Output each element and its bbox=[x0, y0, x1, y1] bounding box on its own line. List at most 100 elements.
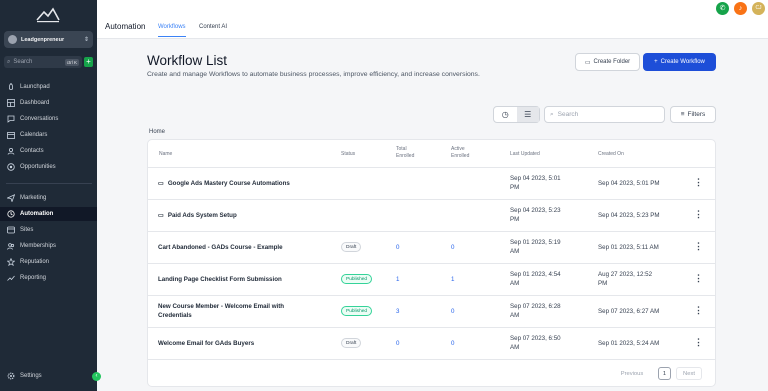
user-avatar-icon[interactable]: CJ bbox=[752, 2, 765, 15]
opportunities-icon bbox=[7, 163, 15, 171]
row-name[interactable]: ▭ Paid Ads System Setup bbox=[158, 211, 328, 220]
row-active-enrolled[interactable]: 1 bbox=[451, 275, 454, 284]
sidebar-item-opportunities[interactable]: Opportunities bbox=[0, 160, 97, 174]
tab-workflows[interactable]: Workflows bbox=[158, 24, 186, 37]
sidebar-item-reporting[interactable]: Reporting bbox=[0, 271, 97, 285]
next-page-button[interactable]: Next bbox=[676, 367, 702, 380]
list-view-icon[interactable]: ☰ bbox=[516, 107, 539, 122]
send-icon bbox=[7, 194, 15, 202]
column-header-created-on[interactable]: Created On bbox=[598, 151, 624, 158]
row-active-enrolled[interactable]: 0 bbox=[451, 307, 454, 316]
row-total-enrolled[interactable]: 0 bbox=[396, 243, 399, 252]
workflow-search-placeholder: Search bbox=[557, 111, 579, 118]
column-header-active-enrolled[interactable]: Active Enrolled bbox=[451, 146, 469, 160]
row-created-on: Sep 04 2023, 5:01 PM bbox=[598, 180, 660, 187]
create-folder-button[interactable]: ▭ Create Folder bbox=[575, 53, 640, 71]
sidebar-item-label: Memberships bbox=[20, 243, 57, 249]
row-name[interactable]: Landing Page Checklist Form Submission bbox=[158, 275, 328, 284]
date-line: Sep 04 2023, 5:01 bbox=[510, 175, 561, 182]
sidebar-item-sites[interactable]: Sites bbox=[0, 223, 97, 237]
row-last-updated: Sep 01 2023, 5:19 AM bbox=[510, 238, 561, 256]
date-line: PM bbox=[510, 216, 520, 223]
sidebar-item-label: Conversations bbox=[20, 116, 59, 122]
row-total-enrolled[interactable]: 0 bbox=[396, 339, 399, 348]
create-workflow-button[interactable]: + Create Workflow bbox=[643, 53, 716, 71]
account-avatar bbox=[8, 35, 17, 44]
account-name: Leadgenpreneur bbox=[21, 36, 65, 43]
filters-button[interactable]: ≡ Filters bbox=[670, 106, 716, 123]
column-header-name[interactable]: Name bbox=[159, 151, 172, 158]
row-name[interactable]: New Course Member - Welcome Email with C… bbox=[158, 302, 308, 320]
status-badge: Draft bbox=[341, 338, 362, 348]
phone-icon[interactable]: ✆ bbox=[716, 2, 729, 15]
column-header-line: Total bbox=[396, 146, 407, 152]
row-name[interactable]: ▭ Google Ads Mastery Course Automations bbox=[158, 179, 328, 188]
row-created-on: Sep 04 2023, 5:23 PM bbox=[598, 212, 660, 219]
row-name[interactable]: Cart Abandoned - GADs Course - Example bbox=[158, 243, 328, 252]
sidebar-item-contacts[interactable]: Contacts bbox=[0, 144, 97, 158]
row-created-on: Sep 01 2023, 5:11 AM bbox=[598, 244, 659, 251]
date-line: Sep 07 2023, 6:28 bbox=[510, 303, 561, 310]
page-number-button[interactable]: 1 bbox=[658, 367, 671, 380]
table-row[interactable]: New Course Member - Welcome Email with C… bbox=[148, 295, 715, 327]
status-badge: Draft bbox=[341, 242, 362, 252]
rocket-icon bbox=[7, 83, 15, 91]
create-workflow-label: Create Workflow bbox=[660, 59, 705, 65]
sidebar-collapse-button[interactable]: ‹ bbox=[92, 372, 101, 381]
row-active-enrolled[interactable]: 0 bbox=[451, 339, 454, 348]
more-options-icon[interactable]: ⋮ bbox=[694, 209, 703, 220]
clock-icon[interactable]: ◷ bbox=[494, 107, 517, 122]
sidebar-item-label: Settings bbox=[20, 373, 42, 379]
table-row[interactable]: Cart Abandoned - GADs Course - Example D… bbox=[148, 231, 715, 263]
column-header-line: Active bbox=[451, 146, 465, 152]
breadcrumb[interactable]: Home bbox=[149, 129, 165, 135]
sidebar-item-dashboard[interactable]: Dashboard bbox=[0, 96, 97, 110]
brand-logo bbox=[36, 7, 60, 23]
column-header-last-updated[interactable]: Last Updated bbox=[510, 151, 540, 158]
sidebar-item-settings[interactable]: Settings bbox=[0, 369, 97, 383]
workflow-table: Name Status Total Enrolled Active Enrolled… bbox=[147, 139, 716, 387]
sidebar-item-memberships[interactable]: Memberships bbox=[0, 239, 97, 253]
sidebar: Leadgenpreneur ⇕ ⌕ Search ctrl K + Launc… bbox=[0, 0, 97, 391]
row-total-enrolled[interactable]: 1 bbox=[396, 275, 399, 284]
sidebar-item-conversations[interactable]: Conversations bbox=[0, 112, 97, 126]
sidebar-item-label: Dashboard bbox=[20, 100, 50, 106]
more-options-icon[interactable]: ⋮ bbox=[694, 305, 703, 316]
tab-content-ai[interactable]: Content AI bbox=[199, 24, 227, 36]
more-options-icon[interactable]: ⋮ bbox=[694, 337, 703, 348]
row-created-on: Sep 01 2023, 5:24 AM bbox=[598, 340, 660, 347]
bell-icon[interactable]: ♪ bbox=[734, 2, 747, 15]
sidebar-item-automation[interactable]: Automation bbox=[0, 207, 97, 221]
quick-add-button[interactable]: + bbox=[84, 57, 93, 67]
sidebar-item-launchpad[interactable]: Launchpad bbox=[0, 80, 97, 94]
sidebar-item-reputation[interactable]: Reputation bbox=[0, 255, 97, 269]
table-row[interactable]: Welcome Email for GAds Buyers Draft 0 0 … bbox=[148, 327, 715, 359]
create-folder-label: Create Folder bbox=[593, 59, 631, 65]
sidebar-search[interactable]: ⌕ Search ctrl K bbox=[4, 56, 82, 68]
row-last-updated: Sep 07 2023, 6:28 AM bbox=[510, 302, 561, 320]
sidebar-item-marketing[interactable]: Marketing bbox=[0, 191, 97, 205]
previous-page-button[interactable]: Previous bbox=[613, 367, 651, 380]
view-toggle: ◷ ☰ bbox=[493, 106, 540, 123]
page-description: Create and manage Workflows to automate … bbox=[147, 71, 480, 78]
sidebar-item-label: Reputation bbox=[20, 259, 50, 265]
table-row[interactable]: ▭ Paid Ads System Setup Sep 04 2023, 5:23… bbox=[148, 199, 715, 231]
column-header-total-enrolled[interactable]: Total Enrolled bbox=[396, 146, 414, 160]
sidebar-item-label: Reporting bbox=[20, 275, 47, 281]
column-header-line: Enrolled bbox=[451, 153, 470, 159]
table-row[interactable]: ▭ Google Ads Mastery Course Automations S… bbox=[148, 167, 715, 199]
sidebar-search-placeholder: Search bbox=[13, 59, 33, 65]
column-header-status[interactable]: Status bbox=[341, 151, 355, 158]
workflow-search-input[interactable]: ⌕ Search bbox=[544, 106, 665, 123]
row-total-enrolled[interactable]: 3 bbox=[396, 307, 399, 316]
row-active-enrolled[interactable]: 0 bbox=[451, 243, 454, 252]
more-options-icon[interactable]: ⋮ bbox=[694, 273, 703, 284]
sidebar-item-calendars[interactable]: Calendars bbox=[0, 128, 97, 142]
more-options-icon[interactable]: ⋮ bbox=[694, 241, 703, 252]
account-switcher[interactable]: Leadgenpreneur ⇕ bbox=[4, 31, 93, 48]
contacts-icon bbox=[7, 147, 15, 155]
row-name[interactable]: Welcome Email for GAds Buyers bbox=[158, 339, 328, 348]
filter-icon: ≡ bbox=[680, 111, 685, 118]
more-options-icon[interactable]: ⋮ bbox=[694, 177, 703, 188]
table-row[interactable]: Landing Page Checklist Form Submission P… bbox=[148, 263, 715, 295]
